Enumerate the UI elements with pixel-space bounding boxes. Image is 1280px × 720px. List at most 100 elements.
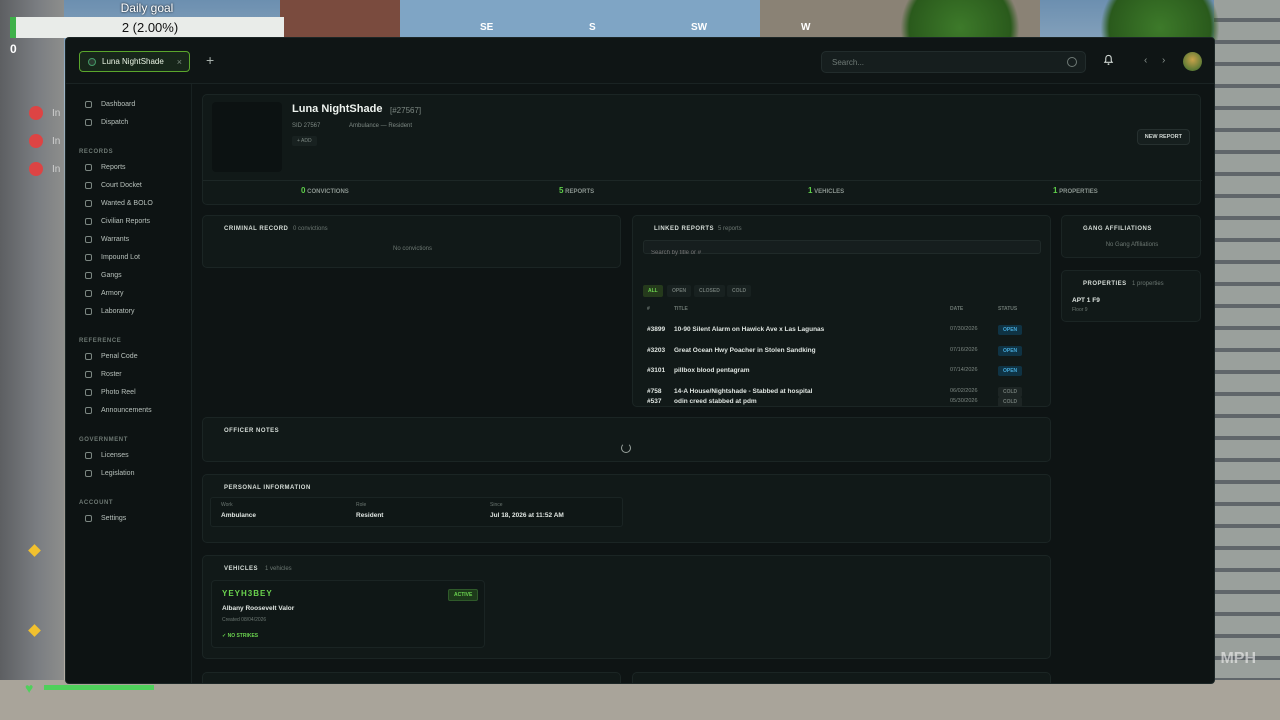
- profile-job: Ambulance — Resident: [349, 123, 413, 129]
- close-icon[interactable]: ×: [177, 57, 182, 67]
- sidebar-item-civilian-reports[interactable]: Civilian Reports: [85, 218, 150, 225]
- background-ground: [0, 680, 1280, 720]
- speed-unit: MPH: [1220, 650, 1256, 667]
- filter-cold[interactable]: COLD: [727, 285, 752, 297]
- tab-label: Luna NightShade: [102, 57, 164, 66]
- goal-min-label: 0: [10, 42, 17, 56]
- add-tab-button[interactable]: +: [206, 52, 214, 68]
- sidebar-item-court-docket[interactable]: Court Docket: [85, 182, 142, 189]
- report-date: 06/02/2026: [950, 388, 978, 394]
- add-tag-button[interactable]: + ADD: [292, 136, 317, 146]
- sidebar-item-wanted-bolo[interactable]: Wanted & BOLO: [85, 200, 153, 207]
- daily-goal-widget: Daily goal 2 (2.00%): [10, 0, 284, 40]
- vehicle-item[interactable]: YEYH3BEY ACTIVE Albany Roosevelt Valor C…: [211, 580, 485, 648]
- col-title: TITLE: [674, 306, 688, 312]
- sidebar-item-warrants[interactable]: Warrants: [85, 236, 129, 243]
- book-icon: [85, 353, 92, 360]
- new-report-button[interactable]: NEW REPORT: [1136, 129, 1190, 145]
- gang-affiliations-title: GANG AFFILIATIONS: [1083, 226, 1152, 232]
- sidebar-item-settings[interactable]: Settings: [85, 515, 126, 522]
- filter-open[interactable]: OPEN: [667, 285, 692, 297]
- sidebar-item-dispatch[interactable]: Dispatch: [85, 119, 128, 126]
- sidebar-item-label: Dashboard: [101, 101, 136, 108]
- sidebar-item-announcements[interactable]: Announcements: [85, 407, 152, 414]
- stat-label: VEHICLES: [814, 189, 845, 195]
- hud-status-label: In: [52, 164, 61, 175]
- status-badge: COLD: [998, 397, 1023, 407]
- linked-reports-title: LINKED REPORTS: [654, 226, 715, 232]
- armory-icon: [85, 290, 92, 297]
- profile-id: [#27567]: [390, 106, 422, 115]
- linked-reports-card: LINKED REPORTS 5 reports ALL OPEN CLOSED…: [632, 215, 1051, 407]
- filter-all[interactable]: ALL: [643, 285, 663, 297]
- sidebar-item-armory[interactable]: Armory: [85, 290, 124, 297]
- col-num: #: [647, 306, 650, 312]
- table-row[interactable]: #537 odin creed stabbed at pdm 05/30/2026 C…: [647, 397, 1023, 412]
- sidebar-item-label: Announcements: [101, 407, 152, 414]
- sidebar-item-photo-reel[interactable]: Photo Reel: [85, 389, 136, 396]
- sidebar-item-licenses[interactable]: Licenses: [85, 452, 129, 459]
- filter-closed[interactable]: CLOSED: [694, 285, 725, 297]
- radio-icon: [85, 119, 92, 126]
- car-icon: [85, 254, 92, 261]
- chevron-left-icon[interactable]: ‹: [1144, 55, 1147, 66]
- report-date: 07/16/2026: [950, 347, 978, 353]
- report-date: 07/14/2026: [950, 367, 978, 373]
- status-badge: OPEN: [998, 325, 1023, 335]
- sidebar-item-legislation[interactable]: Legislation: [85, 470, 134, 477]
- bottom-card-left: [202, 672, 621, 683]
- personal-info-title: PERSONAL INFORMATION: [224, 485, 311, 491]
- stat-label: CONVICTIONS: [307, 189, 349, 195]
- sidebar-item-reports[interactable]: Reports: [85, 164, 126, 171]
- compass: SE S SW W: [476, 22, 816, 36]
- criminal-record-empty: No convictions: [392, 246, 433, 252]
- sidebar-item-gangs[interactable]: Gangs: [85, 272, 122, 279]
- hud-status-label: In: [52, 108, 61, 119]
- table-row[interactable]: #3101 pillbox blood pentagram 07/14/2026 OP…: [647, 366, 1023, 381]
- sidebar: Dashboard Dispatch RECORDS Reports Court…: [66, 84, 192, 683]
- vehicle-created: Created 08/04/2026: [222, 617, 267, 623]
- table-row[interactable]: #3899 10-90 Silent Alarm on Hawick Ave x …: [647, 325, 1023, 340]
- sidebar-item-penal-code[interactable]: Penal Code: [85, 353, 138, 360]
- profile-card: Luna NightShade [#27567] SID 27567 Ambul…: [202, 94, 1202, 205]
- avatar[interactable]: [1183, 52, 1202, 71]
- divider: [203, 180, 1202, 181]
- role-value: Resident: [356, 512, 384, 519]
- property-item[interactable]: APT 1 F9: [1072, 297, 1100, 304]
- sidebar-item-label: Impound Lot: [101, 254, 140, 261]
- search-icon[interactable]: [1067, 57, 1077, 67]
- profile-photo: [212, 102, 282, 172]
- tab-luna-nightshade[interactable]: Luna NightShade ×: [79, 51, 190, 72]
- properties-card: PROPERTIES 1 properties APT 1 F9 Floor 9: [1061, 270, 1201, 322]
- gavel-icon: [85, 182, 92, 189]
- sidebar-item-dashboard[interactable]: Dashboard: [85, 101, 135, 108]
- sidebar-item-laboratory[interactable]: Laboratory: [85, 308, 134, 315]
- search-input[interactable]: [832, 57, 1052, 67]
- stat-label: REPORTS: [565, 189, 595, 195]
- profile-dot-icon: [88, 57, 96, 66]
- health-bar: [44, 685, 154, 690]
- report-search-input[interactable]: [644, 247, 1034, 259]
- bell-icon[interactable]: [1103, 54, 1114, 66]
- stat-value: 1: [1053, 186, 1058, 195]
- sidebar-item-impound-lot[interactable]: Impound Lot: [85, 254, 140, 261]
- stat-vehicles: 1 VEHICLES: [808, 186, 844, 195]
- compass-point: SE: [480, 22, 494, 33]
- chevron-right-icon[interactable]: ›: [1162, 55, 1165, 66]
- property-item-sub: Floor 9: [1072, 307, 1088, 313]
- profile-sid: SID 27567: [292, 123, 321, 129]
- vehicle-strikes: ✓ NO STRIKES: [222, 633, 259, 639]
- sidebar-item-roster[interactable]: Roster: [85, 371, 122, 378]
- table-row[interactable]: #3203 Great Ocean Hwy Poacher in Stolen S…: [647, 346, 1023, 361]
- status-badge: OPEN: [998, 346, 1023, 356]
- flask-icon: [85, 308, 92, 315]
- sidebar-item-label: Legislation: [101, 470, 135, 477]
- vehicles-card: VEHICLES 1 vehicles YEYH3BEY ACTIVE Alba…: [202, 555, 1051, 659]
- stat-value: 5: [559, 186, 564, 195]
- main-content: Luna NightShade [#27567] SID 27567 Ambul…: [192, 84, 1214, 683]
- vehicles-title: VEHICLES: [224, 566, 259, 572]
- sidebar-item-label: Reports: [101, 164, 126, 171]
- role-label: Role: [356, 502, 367, 508]
- bottom-card-right: [632, 672, 1051, 683]
- status-badge: COLD: [998, 387, 1023, 397]
